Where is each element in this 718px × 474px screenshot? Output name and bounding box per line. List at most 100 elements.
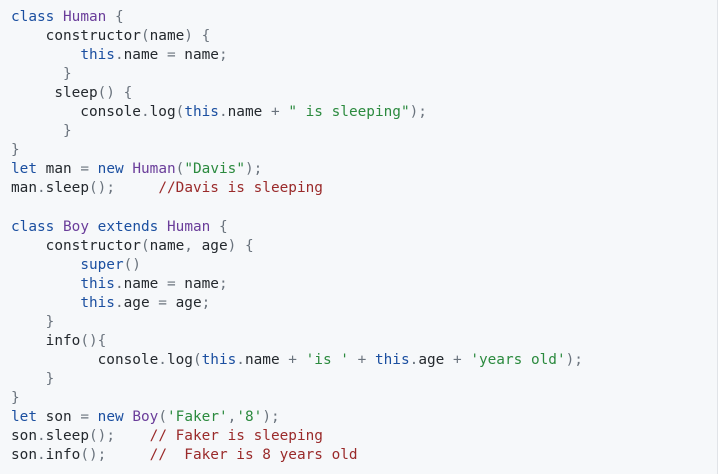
token-punctuation: .	[114, 47, 124, 64]
token-identifier	[11, 295, 80, 311]
token-punctuation: .	[114, 294, 124, 311]
token-class-name: Boy	[63, 218, 89, 235]
token-punctuation: (	[192, 351, 202, 368]
token-identifier: sleep	[45, 180, 89, 197]
token-identifier	[349, 352, 358, 368]
token-punctuation: );	[245, 161, 263, 178]
code-line: super()	[11, 256, 141, 275]
token-identifier: sleep	[11, 85, 98, 102]
token-identifier	[158, 219, 167, 235]
token-punctuation: +	[452, 351, 462, 368]
token-punctuation: +	[270, 104, 280, 121]
token-punctuation: );	[565, 351, 583, 368]
token-identifier	[11, 66, 63, 82]
token-identifier: console	[11, 351, 159, 368]
token-identifier: sleep	[45, 428, 89, 445]
token-identifier	[11, 123, 63, 139]
code-line: console.log(this.name + " is sleeping");	[11, 103, 427, 122]
token-punctuation: ();	[89, 180, 115, 197]
token-identifier	[115, 85, 124, 101]
token-identifier: man	[37, 161, 81, 178]
token-punctuation: =	[158, 294, 167, 311]
token-punctuation: (){	[80, 332, 107, 349]
token-keyword: let	[11, 161, 37, 178]
token-identifier: name	[149, 28, 185, 45]
token-identifier: log	[166, 351, 193, 368]
token-identifier: name	[175, 275, 219, 292]
token-keyword: this	[374, 351, 410, 368]
token-identifier: constructor	[11, 28, 141, 45]
token-keyword: super	[80, 256, 124, 273]
code-line: class Human {	[11, 8, 124, 27]
token-string: 'years old'	[470, 351, 566, 368]
code-line: class Boy extends Human {	[11, 218, 228, 237]
token-identifier: age	[418, 351, 453, 368]
token-identifier: name	[123, 47, 167, 64]
token-identifier: console	[11, 104, 141, 121]
token-comment: //Davis is sleeping	[158, 180, 323, 197]
token-punctuation: .	[409, 351, 419, 368]
token-punctuation: }	[62, 123, 72, 140]
token-string: '8'	[236, 409, 263, 426]
token-identifier	[11, 371, 46, 387]
token-identifier	[366, 352, 375, 368]
token-string: 'is '	[305, 351, 349, 368]
token-punctuation: ,	[184, 237, 193, 254]
token-punctuation: .	[236, 351, 245, 368]
token-punctuation: );	[409, 104, 427, 121]
token-identifier: name	[175, 47, 219, 64]
token-punctuation: +	[288, 351, 297, 368]
token-punctuation: {	[201, 28, 211, 45]
code-line: sleep() {	[11, 84, 132, 103]
token-punctuation: }	[45, 370, 55, 387]
token-punctuation: (	[175, 104, 185, 121]
token-punctuation: .	[37, 428, 46, 445]
token-keyword: extends	[97, 218, 159, 235]
token-punctuation: =	[80, 409, 89, 426]
token-punctuation: .	[37, 180, 46, 197]
token-identifier: son	[37, 409, 81, 426]
token-identifier	[193, 28, 202, 44]
token-identifier	[280, 104, 289, 120]
token-identifier	[210, 219, 219, 235]
token-identifier: age	[192, 237, 228, 254]
code-line: this.name = name;	[11, 46, 227, 65]
token-punctuation: ()	[123, 256, 141, 273]
token-punctuation: {	[244, 237, 254, 254]
token-keyword: this	[80, 47, 115, 64]
token-identifier	[106, 447, 149, 463]
code-line: }	[11, 389, 20, 408]
token-punctuation: =	[80, 161, 89, 178]
token-punctuation: }	[45, 313, 55, 330]
code-line: }	[11, 65, 72, 84]
token-identifier: info	[11, 332, 81, 349]
code-line: }	[11, 141, 20, 160]
token-identifier	[89, 219, 98, 235]
code-block: class Human { constructor(name) { this.n…	[0, 0, 718, 474]
token-keyword: this	[80, 294, 115, 311]
token-punctuation: (	[158, 409, 168, 426]
token-identifier	[115, 428, 150, 444]
token-identifier	[297, 352, 306, 368]
token-identifier	[11, 314, 46, 330]
token-punctuation: }	[11, 142, 20, 159]
token-identifier: age	[166, 294, 202, 311]
token-identifier	[115, 180, 158, 196]
token-keyword: let	[11, 409, 37, 426]
token-keyword: new	[97, 161, 124, 178]
token-identifier	[106, 9, 115, 25]
token-identifier: name	[227, 104, 271, 121]
token-class-name: Human	[167, 218, 211, 235]
token-punctuation: .	[37, 447, 46, 464]
token-punctuation: }	[62, 66, 72, 83]
token-punctuation: .	[158, 351, 167, 368]
token-punctuation: ;	[201, 294, 211, 311]
token-identifier: name	[123, 275, 167, 292]
token-identifier: man	[11, 180, 37, 197]
token-identifier: log	[149, 104, 176, 121]
token-identifier: son	[11, 428, 37, 445]
token-punctuation: )	[227, 237, 237, 254]
token-punctuation: {	[115, 9, 124, 25]
code-line: console.log(this.name + 'is ' + this.age…	[11, 351, 583, 370]
token-punctuation: )	[184, 28, 193, 45]
